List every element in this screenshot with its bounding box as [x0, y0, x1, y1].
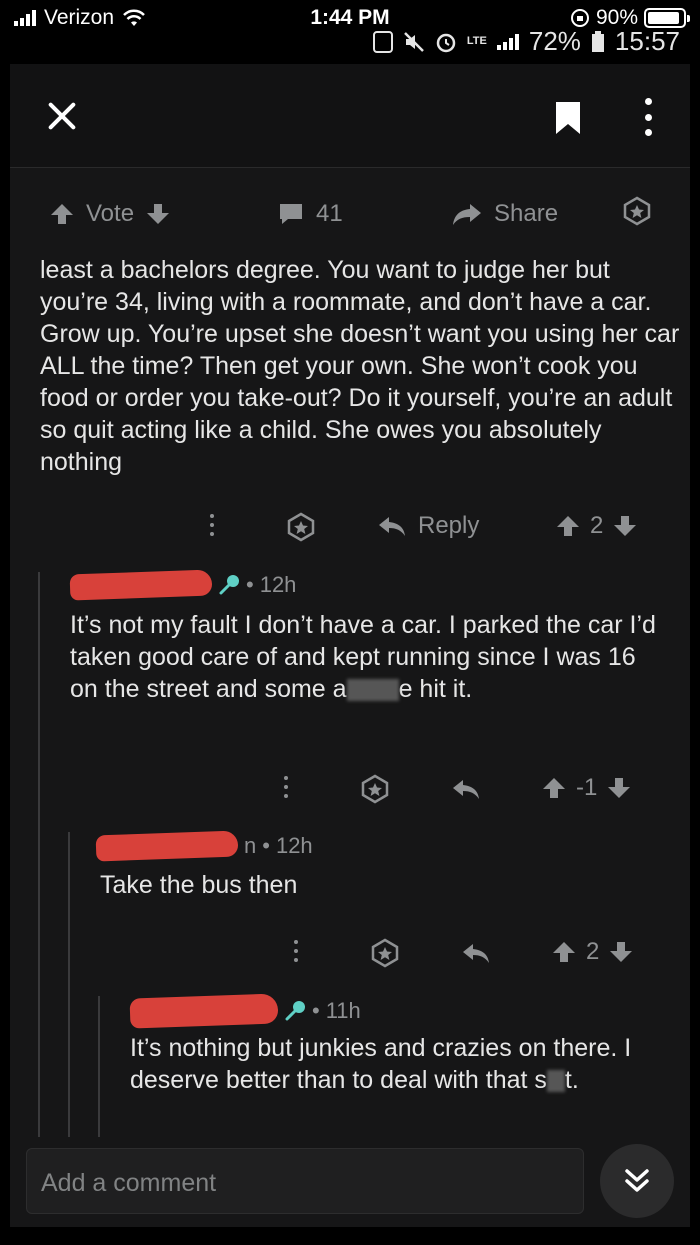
comment-body: It’s not my fault I don’t have a car. I … — [70, 609, 670, 705]
comment-score: 2 — [586, 938, 600, 965]
inner-status-bar: LTE 72% 15:57 — [372, 26, 680, 57]
comment-time: 11h — [325, 998, 361, 1023]
more-options-icon[interactable] — [638, 98, 658, 136]
microphone-flair-icon — [285, 1001, 305, 1021]
notification-icon — [372, 30, 393, 53]
comment-meta: • 12h — [69, 569, 297, 601]
rotation-lock-icon — [570, 9, 589, 27]
share-icon — [453, 204, 481, 225]
bookmark-icon[interactable] — [554, 100, 582, 136]
inner-battery-percent: 72% — [528, 26, 581, 56]
downvote-icon[interactable] — [146, 202, 170, 226]
inner-signal-icon — [496, 33, 519, 50]
share-label: Share — [494, 200, 559, 227]
comment-time: 12h — [259, 572, 297, 597]
award-icon[interactable] — [286, 512, 316, 542]
comment-text-part: e hit it. — [398, 675, 473, 703]
battery-icon — [644, 8, 690, 28]
reply-icon — [379, 517, 405, 536]
award-icon[interactable] — [360, 774, 390, 804]
vote-group: -1 — [542, 774, 631, 802]
reply-icon[interactable] — [452, 778, 480, 800]
comment-body: It’s nothing but junkies and crazies on … — [130, 1032, 670, 1096]
downvote-icon[interactable] — [609, 940, 633, 964]
reply-button[interactable]: Reply — [378, 512, 479, 540]
post-action-bar: Vote 41 Share — [10, 170, 690, 256]
award-icon[interactable] — [370, 938, 400, 968]
meta-separator: • — [262, 833, 270, 858]
vote-group: Vote — [50, 200, 170, 228]
network-type: LTE — [466, 35, 487, 47]
censored-word — [346, 679, 399, 702]
comment-body: Take the bus then — [100, 871, 298, 899]
close-button[interactable] — [46, 100, 78, 132]
downvote-icon[interactable] — [613, 514, 637, 538]
inner-time: 15:57 — [614, 26, 680, 56]
comments-button[interactable]: 41 — [278, 200, 343, 228]
downvote-icon[interactable] — [607, 776, 631, 800]
comment-text-part: t. — [564, 1066, 579, 1094]
comment-count: 41 — [316, 200, 343, 227]
redacted-username — [95, 830, 239, 862]
award-icon — [623, 196, 651, 226]
post-toolbar — [10, 64, 690, 168]
meta-separator: • — [246, 572, 254, 597]
share-button[interactable]: Share — [452, 200, 558, 228]
comment-actions: 2 — [290, 932, 670, 972]
vote-group: 2 — [552, 938, 633, 966]
microphone-flair-icon — [219, 575, 239, 595]
upvote-icon[interactable] — [552, 940, 576, 964]
alarm-icon — [436, 33, 456, 52]
comment-score: -1 — [576, 774, 598, 801]
vote-group: 2 — [556, 512, 637, 540]
censored-word — [546, 1070, 565, 1093]
vote-label: Vote — [86, 200, 135, 227]
add-comment-input[interactable]: Add a comment — [26, 1148, 584, 1214]
redacted-username — [69, 569, 213, 601]
comment-more-icon[interactable] — [284, 776, 288, 798]
thread-line — [38, 572, 40, 1137]
comment-score: 2 — [590, 512, 604, 539]
reply-icon[interactable] — [462, 942, 490, 964]
comment-more-icon[interactable] — [210, 514, 214, 536]
upvote-icon[interactable] — [542, 776, 566, 800]
comment-meta: • 11h — [129, 993, 361, 1029]
username-suffix: n — [244, 833, 257, 858]
mute-icon — [404, 31, 424, 52]
comment-icon — [280, 204, 302, 224]
comment-actions: Reply 2 — [206, 508, 666, 548]
inner-battery-icon — [591, 30, 604, 52]
double-chevron-down-icon — [625, 1169, 649, 1192]
meta-separator: • — [312, 998, 320, 1023]
comment-body: least a bachelors degree. You want to ju… — [40, 256, 680, 476]
thread-line — [98, 996, 100, 1137]
reddit-app: Vote 41 Share least a bachelors degree. … — [10, 64, 690, 1227]
upvote-icon[interactable] — [556, 514, 580, 538]
comment-meta: n • 12h — [95, 830, 313, 862]
comment-more-icon[interactable] — [294, 940, 298, 962]
award-button[interactable] — [622, 196, 652, 226]
next-comment-button[interactable] — [600, 1144, 674, 1218]
thread-line — [68, 832, 70, 1137]
redacted-username — [129, 993, 279, 1029]
comment-time: 12h — [275, 833, 313, 858]
upvote-icon[interactable] — [50, 202, 74, 226]
comment-actions: -1 — [280, 770, 670, 810]
reply-label: Reply — [418, 512, 480, 539]
